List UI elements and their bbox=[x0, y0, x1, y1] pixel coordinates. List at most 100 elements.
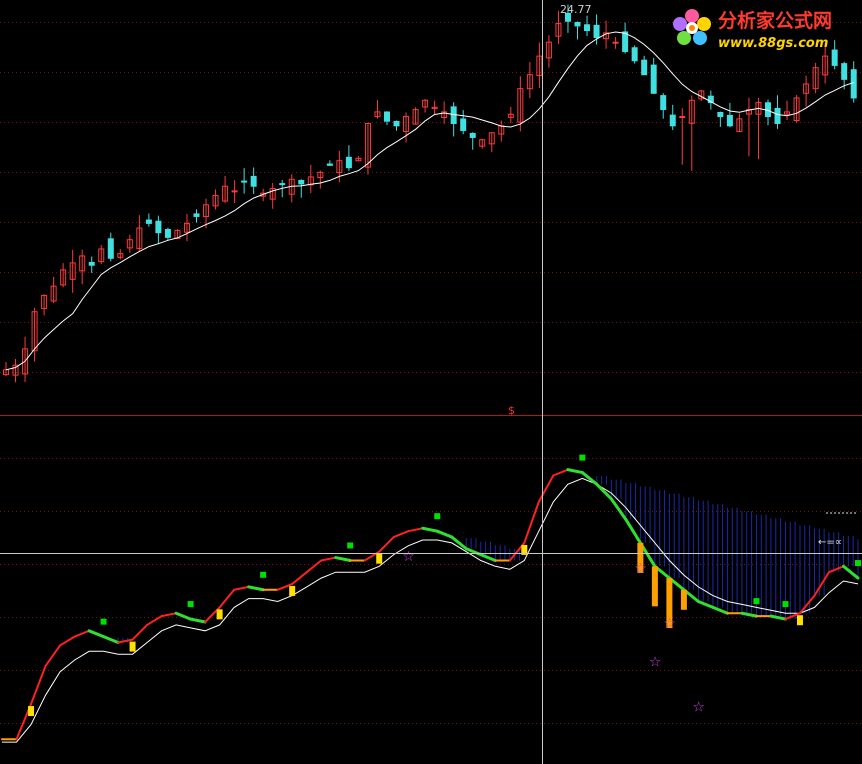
price-high-label: 24.77 bbox=[560, 3, 592, 16]
candle-body bbox=[631, 47, 638, 62]
signal-yellow-bar bbox=[796, 615, 803, 626]
signal-orange-bar bbox=[651, 566, 658, 607]
indicator-slow-line bbox=[2, 477, 859, 743]
fast-line-segment bbox=[696, 600, 715, 609]
candle-body bbox=[850, 69, 857, 99]
candle-body bbox=[241, 180, 248, 183]
fast-line-segment bbox=[813, 571, 830, 597]
candle-body bbox=[145, 219, 152, 224]
star-mark: ☆ bbox=[663, 616, 676, 632]
signal-green-square bbox=[753, 598, 760, 605]
candle-body bbox=[469, 132, 476, 138]
candle-body bbox=[231, 190, 238, 193]
fast-line-segment bbox=[609, 497, 628, 521]
fast-line-segment bbox=[305, 559, 323, 574]
candle-body bbox=[298, 179, 305, 185]
fast-line-segment bbox=[59, 635, 76, 647]
fast-line-segment bbox=[189, 617, 207, 624]
candle-body bbox=[279, 183, 286, 186]
watermark-title: 分析家公式网 bbox=[718, 9, 832, 32]
candle-body bbox=[593, 24, 600, 39]
fast-line-segment bbox=[131, 623, 149, 641]
candlestick-series bbox=[3, 4, 857, 383]
fast-line-segment bbox=[146, 615, 163, 626]
indicator-fast-line bbox=[1, 468, 860, 741]
candle-body bbox=[155, 220, 162, 234]
candle-body bbox=[345, 156, 352, 169]
candle-body bbox=[584, 24, 591, 32]
price-grid bbox=[0, 22, 862, 373]
fast-line-segment bbox=[523, 500, 540, 544]
fast-line-segment bbox=[102, 635, 120, 645]
fast-line-segment bbox=[827, 565, 845, 574]
fast-line-segment bbox=[537, 474, 555, 503]
candle-body bbox=[841, 63, 848, 80]
signal-green-square bbox=[579, 454, 586, 461]
star-mark: ☆ bbox=[692, 700, 705, 716]
fast-line-segment bbox=[233, 585, 250, 591]
fast-line-segment bbox=[580, 471, 599, 486]
signal-green-square bbox=[347, 542, 354, 549]
star-mark: ☆ bbox=[649, 654, 662, 670]
watermark-url: www.88gs.com bbox=[718, 36, 828, 51]
fast-line-segment bbox=[407, 527, 424, 533]
candle-body bbox=[393, 120, 400, 127]
candle-body bbox=[774, 107, 781, 124]
signal-yellow-bar bbox=[376, 553, 383, 564]
candle-body bbox=[660, 95, 667, 111]
signal-yellow-bar bbox=[129, 641, 136, 652]
price-moving-average-line bbox=[5, 31, 854, 371]
signal-green-square bbox=[855, 560, 861, 567]
candle-body bbox=[574, 22, 581, 27]
watermark-logo: 分析家公式网 www.88gs.com bbox=[673, 9, 832, 51]
star-mark: ☆ bbox=[634, 561, 647, 577]
stock-chart: 24.77 $ ☆ ☆ ☆ ☆ ☆ ←=∝ 分析家公式网 www.88gs.com bbox=[0, 0, 862, 764]
candle-body bbox=[88, 261, 95, 266]
signal-green-square bbox=[434, 513, 441, 520]
fast-line-segment bbox=[30, 664, 47, 706]
fast-line-segment bbox=[479, 553, 497, 562]
signal-orange-bar bbox=[680, 589, 687, 610]
price-panel: 24.77 bbox=[0, 3, 862, 383]
signal-green-square bbox=[782, 601, 789, 608]
candle-body bbox=[164, 229, 171, 238]
fast-line-segment bbox=[841, 564, 860, 580]
fast-line-segment bbox=[291, 571, 308, 585]
candle-body bbox=[831, 49, 838, 66]
fast-line-segment bbox=[552, 468, 569, 477]
star-mark: ☆ bbox=[402, 549, 415, 565]
divider-marker: $ bbox=[508, 404, 515, 417]
candle-body bbox=[326, 163, 333, 166]
fast-line-segment bbox=[566, 468, 584, 475]
candle-body bbox=[460, 118, 467, 131]
fast-line-segment bbox=[769, 614, 787, 621]
fast-line-segment bbox=[740, 611, 758, 618]
signal-yellow-bar bbox=[216, 609, 223, 620]
candle-body bbox=[679, 116, 686, 119]
fast-line-segment bbox=[378, 536, 395, 553]
candle-body bbox=[641, 59, 648, 76]
indicator-signal-marks bbox=[28, 454, 861, 717]
candle-body bbox=[612, 41, 619, 44]
candle-body bbox=[669, 114, 676, 127]
fast-line-segment bbox=[73, 629, 91, 638]
fast-line-segment bbox=[247, 585, 265, 592]
fast-line-segment bbox=[392, 530, 410, 539]
fast-line-segment bbox=[160, 612, 178, 618]
signal-green-square bbox=[260, 571, 267, 578]
candle-body bbox=[250, 175, 257, 187]
fast-line-segment bbox=[174, 611, 193, 621]
fast-line-segment bbox=[87, 629, 106, 639]
candle-body bbox=[717, 111, 724, 118]
signal-yellow-bar bbox=[289, 585, 296, 596]
candle-body bbox=[193, 213, 200, 217]
crosshair[interactable] bbox=[0, 0, 862, 764]
candle-body bbox=[622, 31, 629, 52]
fast-line-segment bbox=[711, 605, 729, 615]
candle-body bbox=[383, 111, 390, 122]
fast-line-segment bbox=[334, 556, 352, 562]
fast-line-segment bbox=[218, 588, 236, 609]
indicator-star-marks: ☆ ☆ ☆ ☆ ☆ bbox=[402, 549, 705, 715]
fast-line-segment bbox=[435, 529, 454, 539]
signal-green-square bbox=[100, 618, 107, 625]
